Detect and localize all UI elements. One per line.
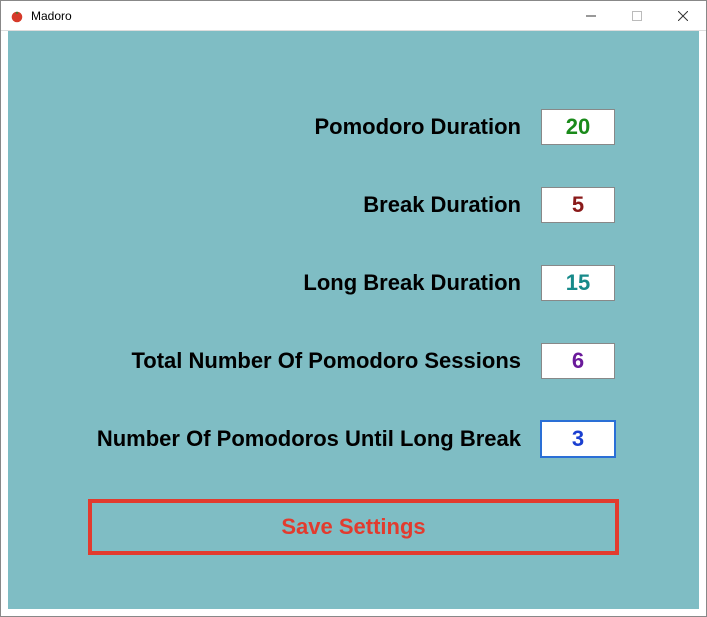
input-break-duration[interactable]	[541, 187, 615, 223]
input-pomodoro-duration[interactable]	[541, 109, 615, 145]
input-long-break-duration[interactable]	[541, 265, 615, 301]
app-window: Madoro Pomodoro Duration Break Duration …	[0, 0, 707, 617]
window-title: Madoro	[31, 9, 72, 23]
label-break-duration: Break Duration	[363, 192, 521, 218]
save-settings-button[interactable]: Save Settings	[88, 499, 619, 555]
label-until-long-break: Number Of Pomodoros Until Long Break	[97, 426, 521, 452]
minimize-button[interactable]	[568, 1, 614, 31]
row-pomodoro-duration: Pomodoro Duration	[8, 109, 699, 145]
input-total-sessions[interactable]	[541, 343, 615, 379]
label-pomodoro-duration: Pomodoro Duration	[314, 114, 521, 140]
row-break-duration: Break Duration	[8, 187, 699, 223]
close-button[interactable]	[660, 1, 706, 31]
row-total-sessions: Total Number Of Pomodoro Sessions	[8, 343, 699, 379]
titlebar: Madoro	[1, 1, 706, 31]
tomato-icon	[9, 8, 25, 24]
maximize-button[interactable]	[614, 1, 660, 31]
input-until-long-break[interactable]	[541, 421, 615, 457]
label-total-sessions: Total Number Of Pomodoro Sessions	[131, 348, 521, 374]
row-long-break-duration: Long Break Duration	[8, 265, 699, 301]
settings-panel: Pomodoro Duration Break Duration Long Br…	[8, 31, 699, 609]
save-button-container: Save Settings	[88, 499, 619, 555]
row-until-long-break: Number Of Pomodoros Until Long Break	[8, 421, 699, 457]
label-long-break-duration: Long Break Duration	[303, 270, 521, 296]
